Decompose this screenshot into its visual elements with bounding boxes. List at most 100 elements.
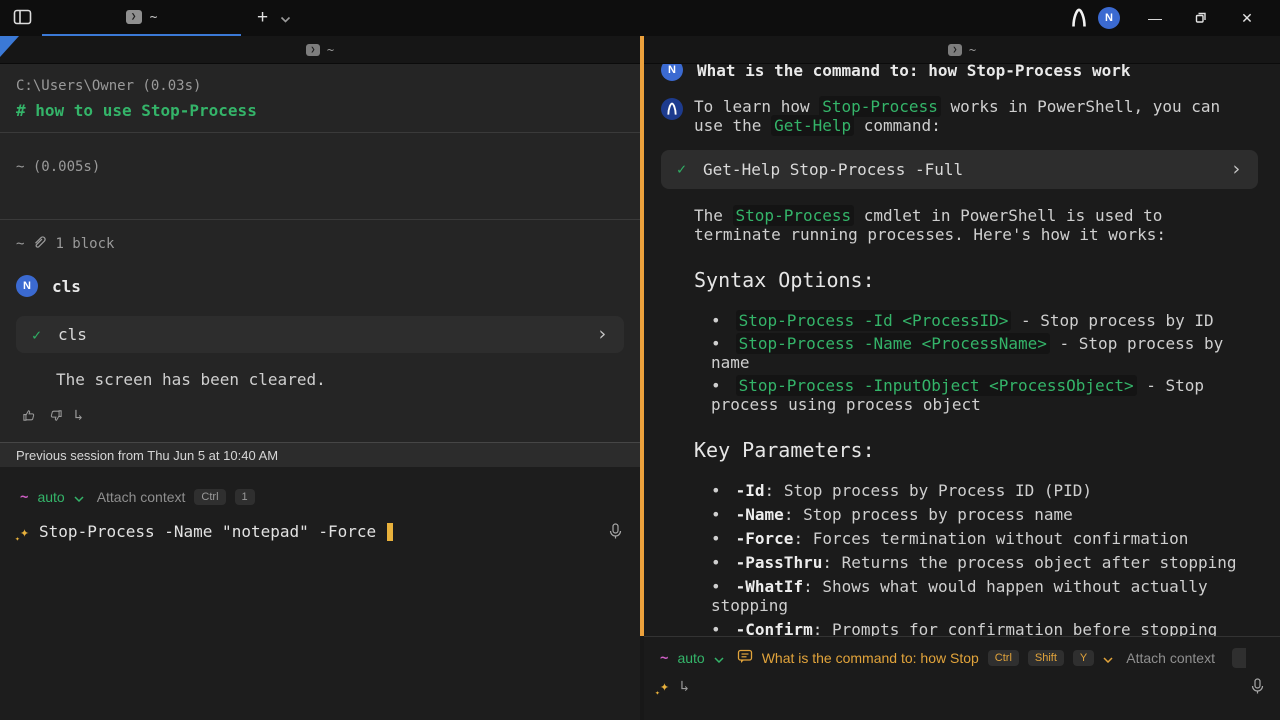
powershell-icon: ❯: [306, 44, 320, 56]
terminal-tab[interactable]: ❯ ~: [42, 0, 241, 36]
suggested-command-block[interactable]: ✓ cls ›: [16, 316, 624, 353]
list-item: -Id: Stop process by Process ID (PID): [711, 481, 1258, 500]
right-pane-header[interactable]: ❯ ~: [644, 36, 1280, 64]
sidebar-toggle-button[interactable]: [13, 8, 32, 29]
left-terminal-pane: ❯ ~ C:\Users\Owner (0.03s) # how to use …: [0, 36, 640, 720]
user-avatar: N: [16, 275, 38, 297]
user-message-row: N cls: [16, 275, 624, 297]
key-parameters-list: -Id: Stop process by Process ID (PID) -N…: [711, 481, 1258, 636]
conversation-chip-label[interactable]: What is the command to: how Stop: [762, 650, 979, 666]
check-icon: ✓: [677, 160, 686, 179]
user-message-row: N What is the command to: how Stop-Proce…: [661, 64, 1258, 81]
context-prompt-label: ~: [16, 236, 24, 252]
terminal-block[interactable]: ~ (0.005s): [0, 133, 640, 220]
ai-message-row: To learn how Stop-Process works in Power…: [661, 97, 1258, 135]
syntax-options-list: Stop-Process -Id <ProcessID> - Stop proc…: [711, 311, 1258, 414]
close-icon: ✕: [1241, 10, 1253, 27]
mode-dropdown[interactable]: auto: [677, 650, 704, 666]
attached-context-row[interactable]: ~ 1 block: [16, 235, 624, 253]
previous-session-banner[interactable]: Previous session from Thu Jun 5 at 10:40…: [0, 442, 640, 467]
block-path-label: ~ (0.005s): [16, 159, 624, 175]
block-command-text: # how to use Stop-Process: [16, 101, 624, 120]
titlebar: ❯ ~ + N — ✕: [0, 0, 1280, 36]
text-cursor: [387, 523, 393, 541]
command-input-row[interactable]: ✦✦ Stop-Process -Name "notepad" -Force: [20, 522, 622, 541]
key-badge-ctrl: Ctrl: [988, 650, 1019, 666]
close-button[interactable]: ✕: [1224, 0, 1270, 36]
list-item: -Confirm: Prompts for confirmation befor…: [711, 620, 1258, 636]
thumbs-up-button[interactable]: [22, 408, 37, 423]
chevron-right-icon[interactable]: ›: [1231, 160, 1242, 179]
reply-button[interactable]: ↳: [680, 677, 689, 695]
conversation-chip-icon: [737, 649, 753, 667]
prompt-path-label: ~: [660, 650, 668, 666]
new-tab-button[interactable]: +: [257, 7, 268, 29]
restore-icon: [1194, 9, 1208, 28]
block-path-label: C:\Users\Owner (0.03s): [16, 78, 624, 94]
account-avatar[interactable]: N: [1098, 7, 1120, 29]
prompt-path-label: ~: [20, 489, 28, 505]
list-item: Stop-Process -Id <ProcessID> - Stop proc…: [711, 311, 1258, 330]
powershell-icon: ❯: [948, 44, 962, 56]
feedback-row: ↳: [22, 406, 624, 424]
clipped-key-badge: [1232, 648, 1246, 668]
agent-conversation-section: ~ 1 block N cls ✓ cls › The screen has b…: [0, 220, 640, 442]
tab-list-chevron-button[interactable]: [280, 11, 291, 26]
left-command-input-area[interactable]: ~ auto Attach context Ctrl 1 ✦✦ Stop-Pro…: [0, 467, 640, 720]
attach-context-button[interactable]: Attach context: [1126, 650, 1215, 666]
right-agent-pane: ❯ ~ N What is the command to: how Stop-P…: [644, 36, 1280, 720]
user-message-text: cls: [52, 277, 81, 296]
terminal-block[interactable]: C:\Users\Owner (0.03s) # how to use Stop…: [0, 64, 640, 133]
tab-title: ~: [150, 10, 158, 25]
key-parameters-heading: Key Parameters:: [694, 441, 1258, 460]
chevron-down-icon: [280, 11, 291, 26]
microphone-button[interactable]: [1251, 678, 1264, 695]
input-context-row: ~ auto Attach context Ctrl 1: [20, 489, 622, 505]
list-item: Stop-Process -InputObject <ProcessObject…: [711, 376, 1258, 414]
minimize-button[interactable]: —: [1132, 0, 1178, 36]
list-item: -WhatIf: Shows what would happen without…: [711, 577, 1258, 615]
list-item: -Name: Stop process by process name: [711, 505, 1258, 524]
powershell-icon: ❯: [126, 10, 142, 24]
warp-ai-avatar: [661, 98, 683, 120]
attachment-count-label: 1 block: [55, 236, 114, 252]
syntax-options-heading: Syntax Options:: [694, 271, 1258, 290]
attach-context-button[interactable]: Attach context: [97, 489, 186, 505]
reply-button[interactable]: ↳: [74, 406, 83, 424]
list-item: Stop-Process -Name <ProcessName> - Stop …: [711, 334, 1258, 372]
chevron-down-icon[interactable]: [1103, 650, 1113, 666]
ai-description-text: The Stop-Process cmdlet in PowerShell is…: [694, 206, 1258, 244]
command-text: Get-Help Stop-Process -Full: [703, 160, 963, 179]
command-input-value[interactable]: Stop-Process -Name "notepad" -Force: [39, 522, 376, 541]
chevron-down-icon[interactable]: [714, 650, 724, 666]
microphone-button[interactable]: [609, 523, 622, 540]
split-pane-container: ❯ ~ C:\Users\Owner (0.03s) # how to use …: [0, 36, 1280, 720]
user-avatar: N: [661, 64, 683, 81]
left-pane-title: ~: [327, 43, 334, 57]
command-text: cls: [58, 325, 87, 344]
agent-output-text: The screen has been cleared.: [56, 370, 624, 389]
paperclip-icon: [33, 235, 46, 253]
chevron-down-icon[interactable]: [74, 489, 84, 505]
mode-dropdown[interactable]: auto: [37, 489, 64, 505]
list-item: -PassThru: Returns the process object af…: [711, 553, 1258, 572]
input-context-row: ~ auto What is the command to: how Stop …: [660, 648, 1264, 668]
suggested-command-block[interactable]: ✓ Get-Help Stop-Process -Full ›: [661, 150, 1258, 189]
list-item: -Force: Forces termination without confi…: [711, 529, 1258, 548]
right-agent-input-area[interactable]: ~ auto What is the command to: how Stop …: [644, 636, 1280, 720]
sidebar-toggle-icon: [13, 8, 32, 29]
ai-intro-text: To learn how Stop-Process works in Power…: [694, 97, 1258, 135]
pane-divider[interactable]: [640, 36, 644, 720]
restore-button[interactable]: [1178, 0, 1224, 36]
agent-conversation: N What is the command to: how Stop-Proce…: [644, 64, 1280, 636]
input-actions-row: ✦✦ ↳: [660, 677, 1264, 695]
warp-logo-icon: [1070, 8, 1088, 28]
left-pane-header[interactable]: ❯ ~: [0, 36, 640, 64]
minimize-icon: —: [1148, 10, 1162, 26]
user-message-text: What is the command to: how Stop-Process…: [697, 64, 1130, 80]
sparkle-icon: ✦✦: [20, 523, 29, 541]
chevron-right-icon[interactable]: ›: [597, 325, 608, 344]
right-pane-title: ~: [969, 43, 976, 57]
key-badge-ctrl: Ctrl: [194, 489, 225, 505]
thumbs-down-button[interactable]: [48, 408, 63, 423]
